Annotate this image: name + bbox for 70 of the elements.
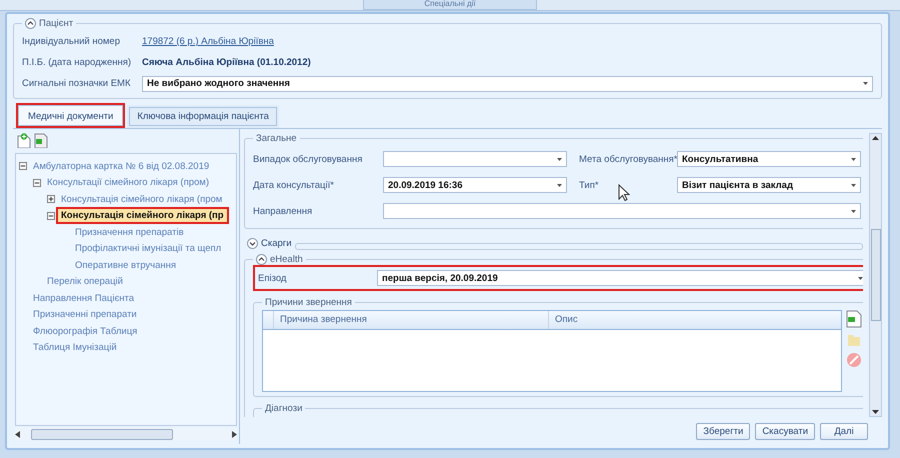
tree-item[interactable]: Флюорографія Таблиця (30, 324, 140, 339)
group-title: Причини звернення (265, 297, 352, 308)
scroll-up-icon[interactable] (872, 136, 879, 140)
tree-item[interactable]: Консультації сімейного лікаря (пром) (44, 175, 212, 190)
dropdown-field[interactable]: 20.09.2019 16:36 (383, 177, 567, 193)
collapse-icon[interactable] (47, 212, 55, 220)
collapse-icon[interactable] (256, 254, 267, 265)
dropdown-arrow-icon (557, 184, 562, 186)
dropdown-field[interactable]: Не вибрано жодного значення (142, 76, 873, 92)
field-label: Індивідуальний номер (22, 36, 121, 47)
tab[interactable]: Медичні документи (16, 103, 126, 128)
action-button[interactable]: Зберегти (696, 423, 750, 440)
field-label: Сигнальні позначки ЕМК (22, 78, 132, 89)
scroll-thumb[interactable] (31, 428, 173, 440)
scroll-left-icon[interactable] (15, 430, 20, 438)
vertical-scrollbar[interactable] (869, 133, 882, 417)
expand-icon[interactable] (247, 238, 258, 249)
collapse-icon[interactable] (25, 18, 36, 29)
export-icon[interactable] (34, 133, 48, 148)
field-label: Мета обслуговування* (579, 154, 678, 164)
dropdown-arrow-icon (557, 158, 562, 160)
tab[interactable]: Спеціальні дії (363, 0, 537, 10)
action-button[interactable]: Далі (820, 423, 868, 440)
dropdown-field[interactable] (383, 203, 861, 219)
dropdown-field[interactable]: Візит пацієнта в заклад (677, 177, 861, 193)
dropdown-arrow-icon (863, 82, 868, 85)
horizontal-scrollbar[interactable] (15, 428, 237, 440)
dropdown-arrow-icon (851, 184, 856, 186)
scroll-right-icon[interactable] (232, 430, 237, 438)
tree-item[interactable]: Таблиця Імунізацій (30, 340, 120, 356)
tree-item[interactable]: Перелік операцій (44, 274, 126, 290)
tree-item[interactable]: Консультація сімейного лікаря (пром (58, 192, 226, 207)
group-title: Загальне (256, 133, 297, 144)
action-button[interactable]: Скасувати (755, 423, 815, 440)
field-label: Тип* (579, 180, 599, 190)
tab[interactable]: Ключова інформація пацієнта (127, 105, 279, 128)
collapse-icon[interactable] (19, 162, 27, 170)
tree-item[interactable]: Оперативне втручання (72, 258, 180, 273)
dropdown-arrow-icon (851, 158, 856, 160)
patient-link[interactable]: 179872 (6 р.) Альбіна Юріївна (142, 36, 274, 47)
group-title: Пацієнт (39, 18, 74, 29)
field-label: Випадок обслуговування (253, 154, 364, 164)
dropdown-field[interactable]: Консультативна (677, 151, 861, 167)
tree-item[interactable]: Амбулаторна картка № 6 від 02.08.2019 (30, 158, 212, 174)
field-label: Епізод (258, 272, 288, 284)
column-header[interactable]: Опис (548, 311, 841, 329)
dropdown-field[interactable] (383, 151, 567, 167)
patient-name: Сяюча Альбіна Юріївна (01.10.2012) (142, 57, 311, 68)
group-title: Діагнози (265, 403, 302, 414)
group-title: Скарги (261, 238, 292, 249)
expand-icon[interactable] (47, 195, 55, 204)
field-label: Дата консультації* (253, 180, 335, 190)
field-label: Направлення (253, 206, 314, 216)
tree-item[interactable]: Профілактичні імунізації та щепл (72, 241, 224, 256)
field-label: П.І.Б. (дата народження) (22, 57, 132, 68)
dropdown-field[interactable]: перша версія, 20.09.2019 (377, 270, 863, 286)
tree-item[interactable]: Призначенні препарати (30, 307, 140, 322)
group-title: eHealth (270, 254, 303, 265)
collapse-icon[interactable] (33, 178, 41, 187)
tree-item[interactable]: Призначення препаратів (72, 224, 187, 240)
cursor-icon (618, 184, 630, 202)
dropdown-arrow-icon (858, 276, 863, 280)
tree-item[interactable]: Консультація сімейного лікаря (пр (56, 207, 229, 224)
scroll-thumb[interactable] (870, 229, 880, 321)
dropdown-arrow-icon (851, 210, 856, 212)
add-document-icon[interactable] (17, 133, 31, 148)
add-row-icon[interactable] (846, 310, 862, 328)
tree-item[interactable]: Направлення Пацієнта (30, 290, 138, 306)
column-header[interactable]: Причина звернення (273, 311, 548, 329)
scroll-down-icon[interactable] (872, 410, 879, 414)
